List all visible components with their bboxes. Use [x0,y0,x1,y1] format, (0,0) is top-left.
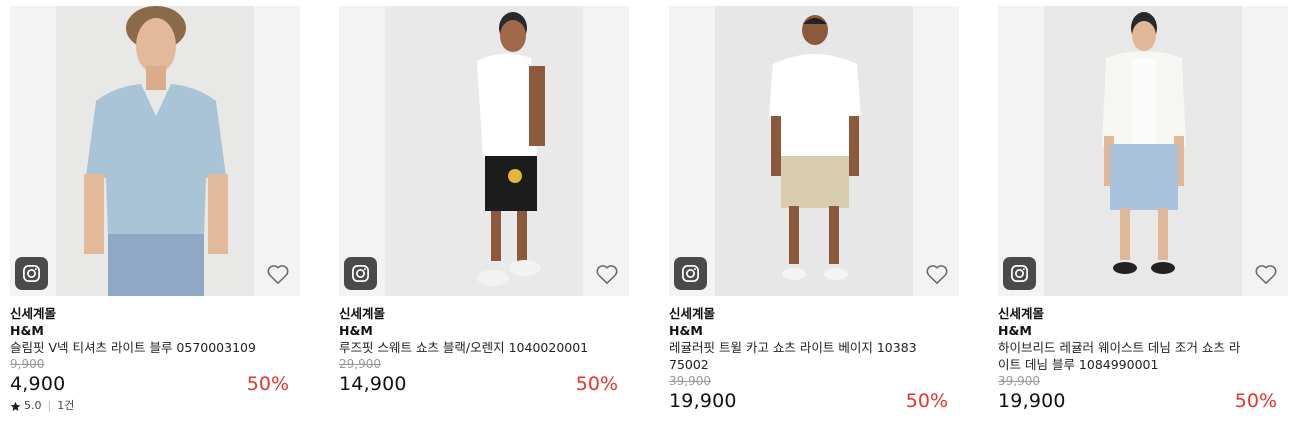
brand-name: H&M [339,323,373,338]
original-price: 39,900 [669,374,711,388]
shop-name: 신세계몰 [339,306,386,321]
product-card[interactable]: 신세계몰 H&M 하이브리드 레귤러 웨이스트 데님 조거 쇼츠 라이트 데님 … [998,6,1288,413]
brand-name: H&M [10,323,44,338]
instagram-button[interactable] [15,257,48,290]
shop-name: 신세계몰 [669,306,716,321]
wishlist-button[interactable] [594,261,620,287]
instagram-icon [352,265,369,282]
instagram-button[interactable] [674,257,707,290]
sale-price: 19,900 [669,390,737,412]
wishlist-button[interactable] [265,261,291,287]
discount-rate: 50% [246,373,289,395]
star-icon [10,401,21,411]
product-name[interactable]: 레귤러핏 트윌 카고 쇼츠 라이트 베이지 1038375002 [669,339,921,373]
heart-icon [596,265,618,284]
original-price: 29,900 [339,357,381,371]
instagram-button[interactable] [344,257,377,290]
product-name[interactable]: 슬림핏 V넥 티셔츠 라이트 블루 0570003109 [10,339,262,356]
shop-name: 신세계몰 [10,306,57,321]
product-thumbnail[interactable] [669,6,959,296]
rating-score: 5.0 [24,399,42,412]
product-card[interactable]: 신세계몰 H&M 슬림핏 V넥 티셔츠 라이트 블루 0570003109 9,… [10,6,300,413]
original-price: 39,900 [998,374,1040,388]
sale-price: 4,900 [10,373,66,395]
product-name[interactable]: 루즈핏 스웨트 쇼츠 블랙/오렌지 1040020001 [339,339,591,356]
price-row: 4,900 50% [10,372,300,396]
heart-icon [1255,265,1277,284]
product-photo[interactable] [1044,6,1242,296]
discount-rate: 50% [905,390,948,412]
brand-name: H&M [998,323,1032,338]
instagram-icon [682,265,699,282]
product-card[interactable]: 신세계몰 H&M 루즈핏 스웨트 쇼츠 블랙/오렌지 1040020001 29… [339,6,629,396]
product-photo[interactable] [385,6,583,296]
instagram-icon [1011,265,1028,282]
instagram-icon [23,265,40,282]
product-photo[interactable] [56,6,254,296]
price-row: 19,900 50% [998,389,1288,413]
heart-icon [267,265,289,284]
wishlist-button[interactable] [924,261,950,287]
original-price: 9,900 [10,357,45,371]
sale-price: 14,900 [339,373,407,395]
shop-name: 신세계몰 [998,306,1045,321]
product-thumbnail[interactable] [339,6,629,296]
product-thumbnail[interactable] [10,6,300,296]
wishlist-button[interactable] [1253,261,1279,287]
product-thumbnail[interactable] [998,6,1288,296]
heart-icon [926,265,948,284]
price-row: 19,900 50% [669,389,959,413]
brand-name: H&M [669,323,703,338]
price-row: 14,900 50% [339,372,629,396]
instagram-button[interactable] [1003,257,1036,290]
product-name[interactable]: 하이브리드 레귤러 웨이스트 데님 조거 쇼츠 라이트 데님 블루 108499… [998,339,1250,373]
sale-price: 19,900 [998,390,1066,412]
product-card[interactable]: 신세계몰 H&M 레귤러핏 트윌 카고 쇼츠 라이트 베이지 103837500… [669,6,959,413]
product-grid: 신세계몰 H&M 슬림핏 V넥 티셔츠 라이트 블루 0570003109 9,… [0,0,1300,438]
rating-separator: | [47,399,52,412]
review-count: 1건 [57,399,75,412]
rating: 5.0 | 1건 [10,399,300,413]
discount-rate: 50% [575,373,618,395]
product-photo[interactable] [715,6,913,296]
discount-rate: 50% [1234,390,1277,412]
